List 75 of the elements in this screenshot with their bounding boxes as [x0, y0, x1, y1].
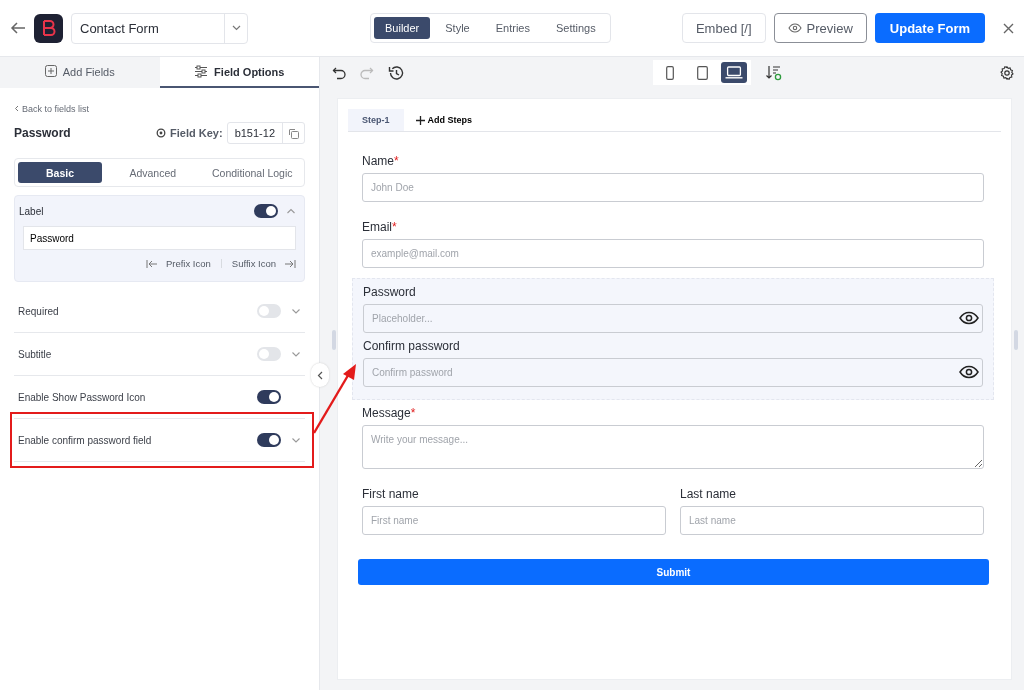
- embed-button[interactable]: Embed [/]: [681, 13, 766, 43]
- history-icon[interactable]: [388, 64, 404, 81]
- password-field[interactable]: Placeholder...: [363, 304, 983, 333]
- nav-tab[interactable]: Style: [434, 17, 481, 39]
- field-label: Email*: [362, 220, 398, 234]
- field-title: Password: [14, 126, 72, 140]
- plus-icon: [415, 115, 425, 125]
- setting-label: Subtitle: [18, 348, 53, 360]
- toggle-switch[interactable]: [254, 204, 278, 218]
- update-form-button[interactable]: Update Form: [874, 13, 985, 43]
- label-input[interactable]: Password: [23, 226, 296, 250]
- mobile-icon: [666, 65, 674, 80]
- plus-box-icon: [44, 65, 57, 78]
- nav-tab[interactable]: Entries: [484, 17, 541, 39]
- chevron-down-icon[interactable]: [291, 306, 301, 316]
- setting-label: Required: [18, 305, 60, 317]
- nav-tab[interactable]: Settings: [544, 17, 607, 39]
- back-arrow-icon[interactable]: [10, 21, 26, 35]
- setting-label: Label: [19, 205, 45, 217]
- text-area[interactable]: Write your message...: [362, 425, 984, 469]
- sliders-icon: [194, 65, 209, 78]
- preview-button[interactable]: Preview: [773, 13, 867, 43]
- field-label: Confirm password: [363, 339, 461, 353]
- eye-icon: [787, 23, 802, 33]
- undo-icon[interactable]: [332, 65, 346, 80]
- input-field[interactable]: Last name: [680, 506, 984, 535]
- close-icon[interactable]: [1003, 22, 1014, 34]
- field-key-value: b151-12: [233, 127, 276, 139]
- field-label: Last name: [680, 487, 738, 501]
- logo-mark-icon: [40, 19, 57, 37]
- option-tab[interactable]: Conditional Logic: [203, 162, 301, 183]
- caret-icon: [231, 25, 241, 31]
- field-key-label: Field Key:: [170, 127, 223, 139]
- step-tab[interactable]: Step-1: [348, 109, 404, 131]
- device-view-button[interactable]: [721, 62, 747, 83]
- chevron-left-icon[interactable]: [317, 370, 323, 380]
- form-select[interactable]: Contact Form: [71, 12, 248, 44]
- arrow-right-bar-icon: [284, 259, 296, 268]
- copy-icon[interactable]: [288, 127, 299, 139]
- resize-handle[interactable]: [1014, 330, 1018, 350]
- input-field[interactable]: John Doe: [362, 173, 984, 202]
- field-label: Message*: [362, 406, 417, 420]
- option-tab[interactable]: Advanced: [104, 162, 202, 183]
- add-steps-button[interactable]: Add Steps: [409, 114, 479, 126]
- input-field[interactable]: First name: [362, 506, 666, 535]
- target-icon: [156, 128, 167, 138]
- password-field[interactable]: Confirm password: [363, 358, 983, 387]
- input-field[interactable]: example@mail.com: [362, 239, 984, 268]
- tablet-icon: [696, 65, 708, 80]
- eye-icon[interactable]: [959, 365, 979, 379]
- sort-refresh-icon[interactable]: [765, 64, 782, 81]
- panel-tab[interactable]: Add Fields: [0, 57, 160, 88]
- toggle-switch[interactable]: [257, 390, 281, 404]
- toggle-switch[interactable]: [257, 347, 281, 361]
- chevron-left-icon: [14, 105, 19, 112]
- nav-tab[interactable]: Builder: [374, 17, 431, 39]
- back-link[interactable]: Back to fields list: [14, 103, 90, 114]
- setting-label: Enable confirm password field: [18, 434, 153, 446]
- field-label: First name: [362, 487, 420, 501]
- prefix-icon-button[interactable]: Prefix Icon: [145, 258, 211, 269]
- panel-tab[interactable]: Field Options: [159, 57, 319, 88]
- submit-button[interactable]: Submit: [358, 559, 989, 585]
- chevron-down-icon[interactable]: [291, 435, 301, 445]
- field-label: Name*: [362, 154, 400, 168]
- arrow-left-bar-icon: [145, 259, 158, 268]
- option-tab[interactable]: Basic: [18, 162, 102, 183]
- toggle-switch[interactable]: [257, 304, 281, 318]
- field-label: Password: [363, 285, 417, 299]
- setting-label: Enable Show Password Icon: [18, 391, 147, 403]
- toggle-switch[interactable]: [257, 433, 281, 447]
- laptop-icon: [725, 66, 743, 79]
- settings-icon[interactable]: [1000, 65, 1014, 80]
- eye-icon[interactable]: [959, 311, 979, 325]
- chevron-down-icon[interactable]: [291, 349, 301, 359]
- suffix-icon-button[interactable]: Suffix Icon: [231, 258, 296, 269]
